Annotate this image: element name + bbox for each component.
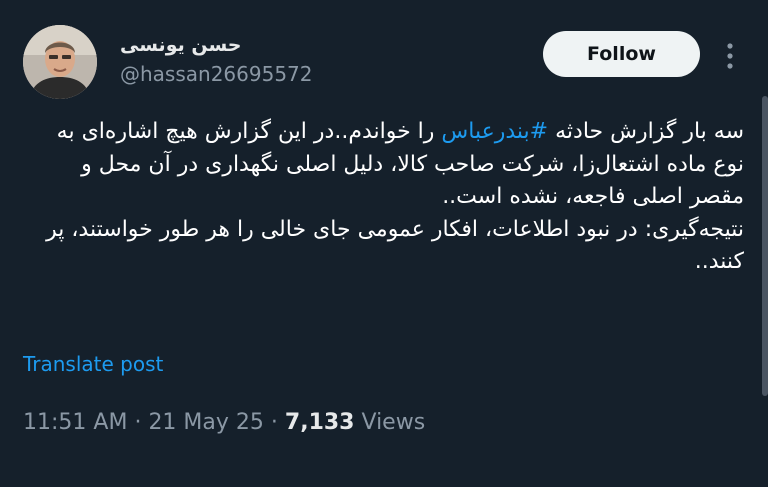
more-options-icon[interactable]: [722, 42, 738, 70]
views-label: Views: [361, 410, 426, 435]
tweet-text-part: سه بار گزارش حادثه: [548, 119, 744, 144]
tweet-date[interactable]: 21 May 25: [148, 410, 263, 435]
tweet-time[interactable]: 11:51 AM: [23, 410, 127, 435]
tweet-text: سه بار گزارش حادثه #بندرعباس را خواندم..…: [22, 116, 744, 279]
tweet-paragraph-2: نتیجه‌گیری: در نبود اطلاعات، افکار عمومی…: [46, 216, 744, 275]
avatar[interactable]: [23, 25, 97, 99]
tweet-meta: 11:51 AM · 21 May 25 · 7,133 Views: [23, 410, 425, 435]
hashtag-link[interactable]: #بندرعباس: [441, 119, 548, 144]
profile-photo-icon: [23, 25, 97, 99]
views-count: 7,133: [284, 410, 355, 435]
author-display-name[interactable]: حسن یونسی: [120, 34, 241, 56]
tweet-paragraph-1: سه بار گزارش حادثه #بندرعباس را خواندم..…: [22, 116, 744, 214]
meta-separator: ·: [270, 410, 278, 435]
translate-post-link[interactable]: Translate post: [23, 352, 163, 376]
follow-button[interactable]: Follow: [543, 31, 700, 77]
scrollbar[interactable]: [762, 96, 768, 396]
meta-separator: ·: [134, 410, 142, 435]
author-handle[interactable]: @hassan26695572: [120, 62, 313, 86]
